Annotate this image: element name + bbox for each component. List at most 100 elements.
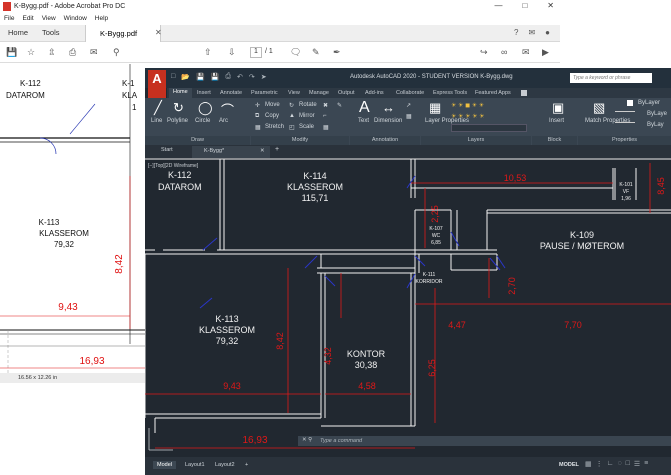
match-properties-icon[interactable]: ▧ (593, 100, 605, 116)
ribbon-tab-insert[interactable]: Insert (197, 90, 211, 96)
line-tool-icon[interactable]: ╱ (154, 100, 162, 116)
ribbon-tab-view[interactable]: View (288, 90, 300, 96)
bylayer-linetype-dropdown[interactable]: ByLay (647, 122, 664, 128)
bookmark-star-icon[interactable]: ☆ (27, 47, 35, 58)
add-layout-plus-icon[interactable]: + (241, 461, 252, 469)
redo-icon[interactable]: ↷ (249, 73, 255, 81)
menu-view[interactable]: View (42, 15, 56, 22)
scale-tool-label[interactable]: Scale (299, 124, 314, 130)
panel-properties-label[interactable]: Properties (578, 136, 671, 145)
circle-tool-icon[interactable]: ◯ (198, 100, 213, 116)
account-icon[interactable]: ● (545, 28, 550, 37)
lineweight-icon[interactable]: ☰ (634, 460, 640, 468)
copy-tool-icon[interactable]: ⧉ (255, 113, 259, 120)
layout-tab-layout1[interactable]: Layout1 (181, 461, 209, 469)
mail-icon[interactable]: ✉ (90, 47, 98, 58)
drawing-area[interactable]: [−][Top][2D Wireframe] K-112 DATAROM K-1… (145, 158, 671, 455)
panel-annotation-label[interactable]: Annotation (350, 136, 420, 145)
tab-close-icon[interactable]: ✕ (155, 28, 162, 37)
ribbon-tab-annotate[interactable]: Annotate (220, 90, 242, 96)
color-swatch-icon[interactable] (627, 100, 633, 106)
array-tool-icon[interactable]: ▦ (323, 124, 329, 131)
panel-draw-label[interactable]: Draw (145, 136, 250, 145)
insert-block-icon[interactable]: ▣ (552, 100, 564, 116)
save-icon[interactable]: 💾 (6, 47, 17, 58)
help-search-input[interactable]: Type a keyword or phrase (570, 73, 652, 83)
page-up-icon[interactable]: ⇧ (204, 47, 212, 58)
move-tool-icon[interactable]: ✛ (255, 102, 260, 109)
file-tab-current[interactable]: K-Bygg* ✕ (192, 146, 270, 158)
polyline-tool-icon[interactable]: ↻ (173, 100, 184, 116)
open-folder-icon[interactable]: 📂 (181, 73, 190, 81)
rotate-tool-label[interactable]: Rotate (299, 102, 317, 108)
new-tab-plus-icon[interactable]: + (275, 146, 279, 153)
scale-tool-icon[interactable]: ◰ (289, 124, 295, 131)
mirror-tool-icon[interactable]: ▲ (289, 113, 295, 119)
move-tool-label[interactable]: Move (265, 102, 280, 108)
ribbon-tab-manage[interactable]: Manage (309, 90, 329, 96)
comment-icon[interactable]: 🗨 (290, 47, 301, 58)
snap-icon[interactable]: ⋮ (596, 460, 603, 468)
layer-properties-icon[interactable]: ▦ (429, 100, 441, 116)
search-icon[interactable]: ⚲ (113, 47, 120, 58)
link-icon[interactable]: ∞ (501, 47, 507, 57)
trim-tool-icon[interactable]: ✖ (323, 102, 328, 109)
ribbon-tab-parametric[interactable]: Parametric (251, 90, 278, 96)
page-number-input[interactable]: 1 (250, 47, 262, 58)
stretch-tool-label[interactable]: Stretch (265, 124, 284, 130)
save-as-icon[interactable]: 💾 (211, 73, 220, 81)
email-icon[interactable]: ✉ (522, 47, 530, 58)
share-icon[interactable]: ↪ (480, 47, 488, 58)
sign-icon[interactable]: ✒ (333, 47, 341, 58)
viewport-label[interactable]: [−][Top][2D Wireframe] (148, 163, 199, 169)
tab-home[interactable]: Home (8, 28, 28, 37)
pdf-page-view[interactable]: K-112 DATAROM K-1 KLA 1 K-113 KLASSEROM … (0, 64, 145, 374)
polar-icon[interactable]: ◌ (617, 460, 621, 468)
ribbon-tab-output[interactable]: Output (338, 90, 355, 96)
share-icon[interactable]: ➤ (261, 73, 267, 81)
menu-help[interactable]: Help (95, 15, 108, 22)
text-tool-label[interactable]: Text (358, 118, 369, 124)
ribbon-toggle-icon[interactable] (521, 90, 527, 96)
page-down-icon[interactable]: ⇩ (228, 47, 236, 58)
maximize-icon[interactable]: □ (522, 1, 527, 10)
new-file-icon[interactable]: □ (171, 73, 175, 81)
insert-block-label[interactable]: Insert (549, 118, 564, 124)
layer-state-icons[interactable]: ☀ ☀ ◼ ☀ ☀ (451, 102, 484, 109)
polyline-tool-label[interactable]: Polyline (167, 118, 188, 124)
send-icon[interactable]: ▶ (542, 47, 549, 58)
upload-icon[interactable]: ⇫ (48, 47, 56, 58)
dimension-tool-icon[interactable]: ↔ (382, 100, 395, 115)
file-tab-close-icon[interactable]: ✕ (260, 148, 265, 154)
line-tool-label[interactable]: Line (151, 118, 162, 124)
print-icon[interactable]: ⎙ (69, 47, 76, 58)
undo-icon[interactable]: ↶ (237, 73, 243, 81)
save-icon[interactable]: 💾 (196, 73, 205, 81)
leader-tool-icon[interactable]: ↗ (406, 102, 411, 109)
menu-edit[interactable]: Edit (22, 15, 33, 22)
menu-window[interactable]: Window (64, 15, 87, 22)
circle-tool-label[interactable]: Circle (195, 118, 210, 124)
command-input[interactable]: Type a command (320, 438, 362, 444)
rotate-tool-icon[interactable]: ↻ (289, 102, 294, 109)
ribbon-tab-home[interactable]: Home (169, 88, 192, 98)
arc-tool-label[interactable]: Arc (219, 118, 228, 124)
close-icon[interactable]: ✕ (547, 1, 554, 10)
file-tab-start[interactable]: Start (161, 147, 173, 153)
dimension-tool-label[interactable]: Dimension (374, 118, 402, 124)
notification-icon[interactable]: ✉ (528, 28, 535, 37)
panel-layers-label[interactable]: Layers (421, 136, 531, 145)
erase-tool-icon[interactable]: ✎ (337, 102, 342, 109)
layer-tools-icons[interactable]: ☀ ☀ ☀ ☀ ☀ (451, 113, 485, 120)
highlight-pen-icon[interactable]: ✎ (312, 47, 320, 58)
ribbon-tab-collaborate[interactable]: Collaborate (396, 90, 424, 96)
panel-block-label[interactable]: Block (532, 136, 577, 145)
grid-icon[interactable]: ▦ (585, 460, 592, 468)
stretch-tool-icon[interactable]: ▦ (255, 124, 261, 131)
layout-tab-model[interactable]: Model (153, 461, 176, 469)
menu-file[interactable]: File (4, 15, 14, 22)
plot-icon[interactable]: ⎙ (225, 73, 231, 81)
ribbon-tab-addins[interactable]: Add-ins (365, 90, 384, 96)
minimize-icon[interactable]: — (494, 1, 502, 10)
command-close-icon[interactable]: ✕ ⚲ (302, 437, 312, 443)
